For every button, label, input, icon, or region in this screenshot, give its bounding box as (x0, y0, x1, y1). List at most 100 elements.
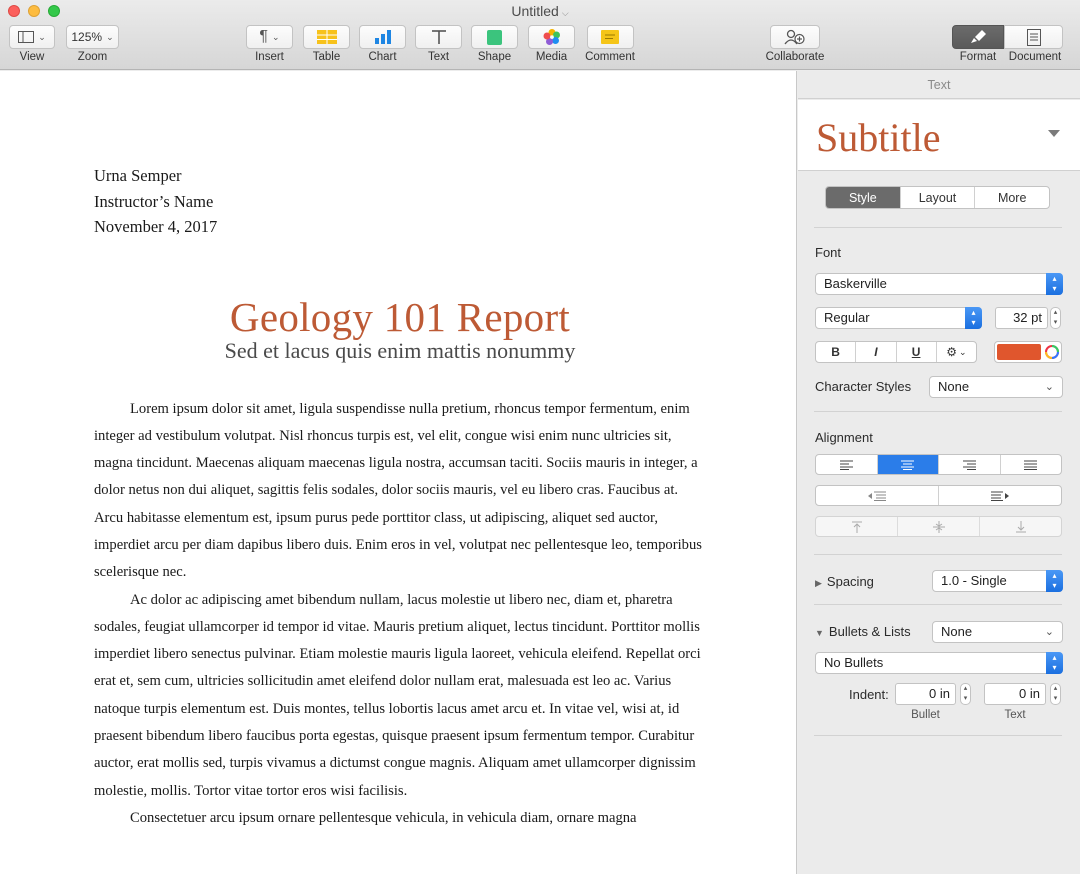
font-family-value: Baskerville (824, 276, 887, 291)
zoom-button[interactable]: 125% ⌄ (66, 25, 119, 49)
shape-button[interactable] (471, 25, 518, 49)
bullets-disclosure[interactable]: ▼ Bullets & Lists (815, 624, 911, 639)
body-paragraph[interactable]: Lorem ipsum dolor sit amet, ligula suspe… (94, 396, 706, 587)
underline-button[interactable]: U (897, 342, 937, 362)
comment-icon (601, 30, 619, 44)
tab-more[interactable]: More (975, 187, 1049, 208)
decrease-indent-button[interactable] (816, 486, 939, 505)
paragraph-style-card[interactable]: Subtitle (798, 100, 1080, 171)
indent-label: Indent: (849, 687, 889, 702)
table-tool[interactable]: Table (303, 25, 350, 63)
divider (814, 411, 1062, 412)
disclosure-triangle-right-icon: ▶ (815, 578, 822, 588)
table-button[interactable] (303, 25, 350, 49)
text-color-well[interactable] (997, 344, 1041, 360)
align-right-icon (962, 460, 976, 470)
align-left-icon (839, 460, 853, 470)
zoom-tool[interactable]: 125% ⌄ Zoom (66, 25, 119, 63)
text-indent-field[interactable]: 0 in (984, 683, 1046, 705)
format-button[interactable] (952, 25, 1004, 49)
media-button[interactable] (528, 25, 575, 49)
view-button[interactable]: ⌄ (9, 25, 55, 49)
justify-button[interactable] (1001, 455, 1062, 474)
text-button[interactable] (415, 25, 462, 49)
align-top-icon (851, 521, 862, 533)
format-label: Format (959, 51, 997, 63)
chevron-down-icon: ⌄ (958, 346, 967, 357)
window-title[interactable]: Untitled ⌵ (0, 3, 1080, 19)
header-line-date[interactable]: November 4, 2017 (94, 214, 706, 240)
format-tool[interactable]: Format (952, 25, 1004, 63)
line-spacing-select[interactable]: 1.0 - Single ▴ ▾ (932, 570, 1063, 592)
bold-button[interactable]: B (816, 342, 857, 362)
body-paragraph[interactable]: Consectetuer arcu ipsum ornare pellentes… (94, 805, 706, 832)
tab-layout[interactable]: Layout (901, 187, 976, 208)
text-indent-stepper[interactable]: ▴ ▾ (1050, 683, 1061, 705)
character-styles-value: None (938, 379, 970, 394)
comment-tool[interactable]: Comment (584, 25, 636, 63)
gear-icon: ⚙ (946, 345, 957, 359)
indent-icon (991, 491, 1009, 501)
bar-chart-icon (374, 30, 391, 44)
pilcrow-icon: ¶ (259, 28, 269, 45)
increase-indent-button[interactable] (939, 486, 1061, 505)
alignment-buttons (815, 454, 1062, 475)
up-down-arrows-icon: ▴ ▾ (965, 307, 982, 329)
bullet-indent-stepper[interactable]: ▴ ▾ (960, 683, 971, 705)
bullet-type-select[interactable]: No Bullets ▴ ▾ (815, 652, 1063, 674)
font-size-field[interactable]: 32 pt (995, 307, 1048, 329)
document-canvas[interactable]: Urna Semper Instructor’s Name November 4… (0, 71, 797, 874)
font-family-select[interactable]: Baskerville ▴ ▾ (815, 273, 1063, 295)
align-bottom-button[interactable] (980, 517, 1061, 536)
align-left-button[interactable] (816, 455, 878, 474)
chart-button[interactable] (359, 25, 406, 49)
triangle-down-icon[interactable] (1048, 130, 1060, 137)
align-center-icon (901, 460, 915, 470)
disclosure-triangle-down-icon: ▼ (815, 628, 824, 638)
zoom-value: 125% (71, 30, 103, 44)
vertical-alignment-buttons (815, 516, 1062, 537)
media-label: Media (535, 51, 568, 63)
body-paragraph[interactable]: Ac dolor ac adipiscing amet bibendum nul… (94, 587, 706, 805)
document-tool[interactable]: Document (1004, 25, 1066, 63)
align-top-button[interactable] (816, 517, 898, 536)
collaborate-tool[interactable]: Collaborate (760, 25, 830, 63)
align-center-button[interactable] (877, 455, 939, 474)
text-tool[interactable]: Text (415, 25, 462, 63)
align-middle-button[interactable] (898, 517, 980, 536)
text-options-button[interactable]: ⚙ ⌄ (937, 342, 976, 362)
italic-button[interactable]: I (856, 342, 897, 362)
comment-button[interactable] (586, 25, 634, 49)
insert-tool[interactable]: ¶ ⌄ Insert (246, 25, 293, 63)
chart-tool[interactable]: Chart (359, 25, 406, 63)
list-style-value: None (941, 624, 973, 639)
spacing-label: Spacing (826, 574, 874, 589)
spacing-disclosure[interactable]: ▶ Spacing (815, 574, 874, 589)
view-tool[interactable]: ⌄ View (9, 25, 55, 63)
header-line-instructor[interactable]: Instructor’s Name (94, 189, 706, 215)
document-subtitle[interactable]: Sed et lacus quis enim mattis nonummy (94, 338, 706, 364)
table-label: Table (312, 51, 341, 63)
document-title[interactable]: Geology 101 Report (94, 293, 706, 341)
text-color-control[interactable] (994, 341, 1062, 363)
list-style-select[interactable]: None ⌄ (932, 621, 1063, 643)
shape-tool[interactable]: Shape (471, 25, 518, 63)
divider (814, 735, 1062, 736)
up-down-arrows-icon: ▴ ▾ (1046, 570, 1063, 592)
bullet-indent-caption: Bullet (911, 709, 940, 721)
insert-button[interactable]: ¶ ⌄ (246, 25, 293, 49)
align-right-button[interactable] (939, 455, 1001, 474)
document-page[interactable]: Urna Semper Instructor’s Name November 4… (94, 163, 706, 832)
collaborate-button[interactable] (770, 25, 820, 49)
inspector-section-title: Text (798, 71, 1080, 99)
bullet-indent-field[interactable]: 0 in (895, 683, 956, 705)
character-styles-select[interactable]: None ⌄ (929, 376, 1063, 398)
font-size-stepper[interactable]: ▴ ▾ (1050, 307, 1061, 329)
color-wheel-icon[interactable] (1043, 342, 1061, 362)
header-line-author[interactable]: Urna Semper (94, 163, 706, 189)
chevron-down-icon: ⌵ (561, 8, 569, 18)
document-button[interactable] (1004, 25, 1063, 49)
media-tool[interactable]: Media (528, 25, 575, 63)
typeface-select[interactable]: Regular ▴ ▾ (815, 307, 982, 329)
tab-style[interactable]: Style (826, 187, 901, 208)
